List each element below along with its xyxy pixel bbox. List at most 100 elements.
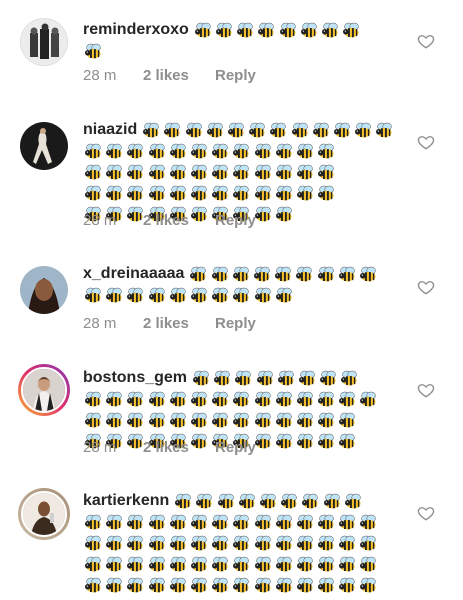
avatar[interactable] [18, 364, 70, 416]
bee-emoji-icon [147, 163, 168, 181]
bee-emoji-icon [253, 286, 274, 304]
avatar[interactable] [20, 266, 68, 314]
bee-emoji-icon [374, 121, 395, 139]
bee-emoji-icon [210, 411, 231, 429]
comment-text [173, 490, 364, 511]
comment-body: niaazid [83, 119, 393, 224]
bee-emoji-icon [337, 265, 358, 283]
comment-line: bostons_gem [83, 367, 393, 388]
comment-line [83, 161, 393, 182]
bee-emoji-icon [83, 534, 104, 552]
comment-text [83, 532, 380, 553]
reply-button[interactable]: Reply [215, 315, 256, 332]
likes-link[interactable]: 2 likes [143, 212, 215, 229]
bee-emoji-icon [104, 576, 125, 594]
comment-line [83, 511, 393, 532]
heart-outline-icon[interactable] [417, 278, 435, 296]
reply-button[interactable]: Reply [215, 67, 256, 84]
comment-username[interactable]: x_dreinaaaaa [83, 263, 184, 284]
comment-username[interactable]: bostons_gem [83, 367, 187, 388]
comment-line [83, 182, 393, 203]
bee-emoji-icon [216, 492, 237, 510]
bee-emoji-icon [168, 513, 189, 531]
bee-emoji-icon [339, 369, 360, 387]
bee-emoji-icon [274, 411, 295, 429]
bee-emoji-icon [341, 21, 362, 39]
avatar-image [20, 122, 68, 170]
comment-body: kartierkenn [83, 490, 393, 595]
comment-meta: 28 m 2 likes Reply [83, 212, 256, 229]
avatar-image [21, 19, 67, 65]
avatar[interactable] [18, 488, 70, 540]
avatar[interactable] [20, 122, 68, 170]
bee-emoji-icon [184, 121, 205, 139]
comment-line [83, 553, 393, 574]
bee-emoji-icon [358, 390, 379, 408]
comment-text [141, 119, 395, 140]
bee-emoji-icon [162, 121, 183, 139]
heart-outline-icon[interactable] [417, 133, 435, 151]
avatar-image [21, 491, 67, 537]
comment-text [83, 574, 380, 595]
bee-emoji-icon [358, 534, 379, 552]
likes-link[interactable]: 2 likes [143, 439, 215, 456]
bee-emoji-icon [316, 411, 337, 429]
bee-emoji-icon [247, 121, 268, 139]
comment-text [83, 140, 337, 161]
bee-emoji-icon [274, 390, 295, 408]
comment-text [191, 367, 361, 388]
bee-emoji-icon [276, 369, 297, 387]
bee-emoji-icon [125, 286, 146, 304]
comment-username[interactable]: reminderxoxo [83, 19, 189, 40]
bee-emoji-icon [210, 513, 231, 531]
reply-button[interactable]: Reply [215, 439, 256, 456]
likes-link[interactable]: 2 likes [143, 67, 215, 84]
bee-emoji-icon [337, 513, 358, 531]
bee-emoji-icon [168, 534, 189, 552]
bee-emoji-icon [295, 411, 316, 429]
avatar-image [20, 266, 68, 314]
comment-line [83, 140, 393, 161]
bee-emoji-icon [125, 184, 146, 202]
bee-emoji-icon [168, 555, 189, 573]
heart-outline-icon[interactable] [417, 381, 435, 399]
comment-body: reminderxoxo [83, 19, 393, 61]
comment-username[interactable]: niaazid [83, 119, 137, 140]
bee-emoji-icon [189, 513, 210, 531]
bee-emoji-icon [104, 286, 125, 304]
bee-emoji-icon [83, 390, 104, 408]
bee-emoji-icon [231, 513, 252, 531]
heart-outline-icon[interactable] [417, 32, 435, 50]
bee-emoji-icon [210, 390, 231, 408]
bee-emoji-icon [104, 390, 125, 408]
bee-emoji-icon [210, 286, 231, 304]
bee-emoji-icon [226, 121, 247, 139]
bee-emoji-icon [189, 184, 210, 202]
bee-emoji-icon [290, 121, 311, 139]
bee-emoji-icon [173, 492, 194, 510]
bee-emoji-icon [147, 411, 168, 429]
avatar-photo [23, 493, 65, 535]
bee-emoji-icon [210, 184, 231, 202]
bee-emoji-icon [253, 390, 274, 408]
comment-username[interactable]: kartierkenn [83, 490, 169, 511]
bee-emoji-icon [358, 265, 379, 283]
bee-emoji-icon [299, 21, 320, 39]
bee-emoji-icon [316, 163, 337, 181]
bee-emoji-icon [337, 411, 358, 429]
avatar-photo [23, 369, 65, 411]
bee-emoji-icon [168, 576, 189, 594]
bee-emoji-icon [274, 205, 295, 223]
bee-emoji-icon [147, 576, 168, 594]
bee-emoji-icon [125, 513, 146, 531]
likes-link[interactable]: 2 likes [143, 315, 215, 332]
bee-emoji-icon [104, 534, 125, 552]
bee-emoji-icon [83, 555, 104, 573]
avatar[interactable] [20, 18, 68, 66]
reply-button[interactable]: Reply [215, 212, 256, 229]
bee-emoji-icon [125, 534, 146, 552]
comment-line [83, 532, 393, 553]
heart-outline-icon[interactable] [417, 504, 435, 522]
comment-line [83, 40, 393, 61]
bee-emoji-icon [231, 184, 252, 202]
